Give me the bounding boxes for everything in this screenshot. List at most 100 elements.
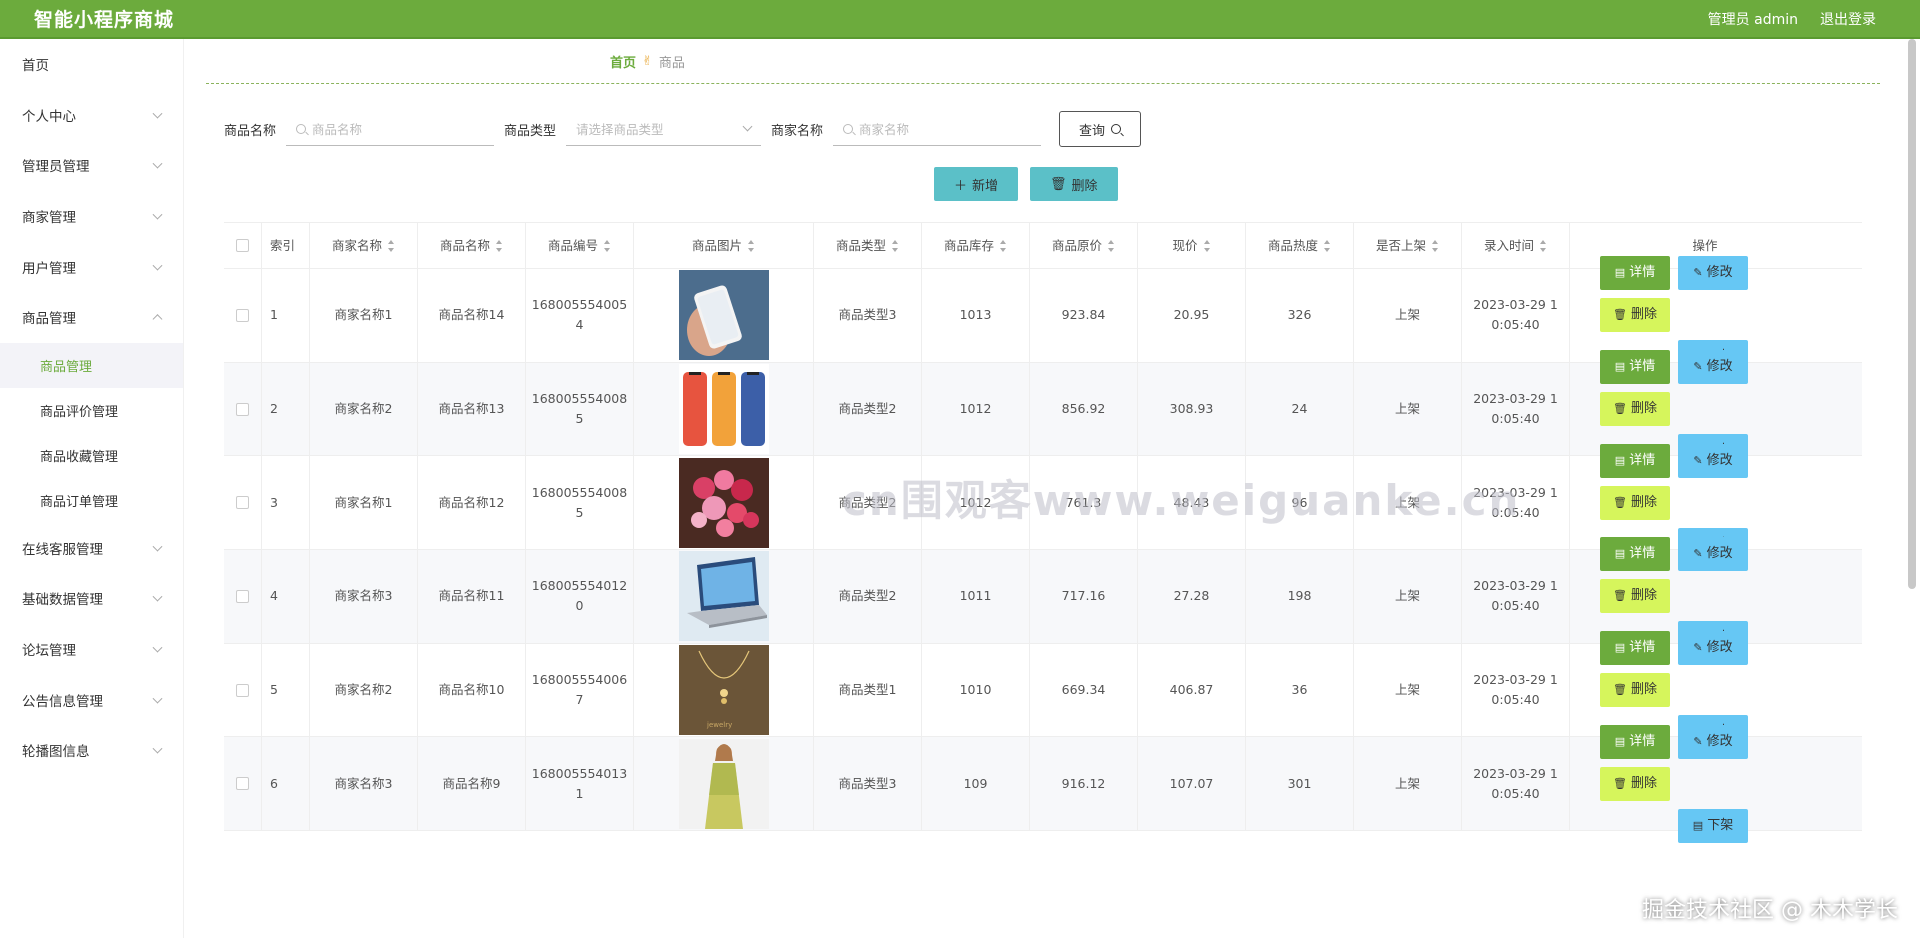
- app-title: 智能小程序商城: [34, 9, 175, 31]
- shop-name-input[interactable]: 商家名称: [833, 112, 1042, 146]
- goods-thumbnail[interactable]: [678, 738, 769, 829]
- col-now-price[interactable]: 现价: [1138, 223, 1246, 268]
- sidebar-subitem-goods-favorite[interactable]: 商品收藏管理: [0, 433, 183, 478]
- cell-index: 5: [262, 643, 310, 737]
- detail-button[interactable]: ▤ 详情: [1600, 350, 1670, 385]
- col-label: 商品热度: [1267, 237, 1318, 253]
- trash-icon: 🗑: [1613, 402, 1627, 416]
- cell-price: 916.12: [1030, 737, 1138, 831]
- detail-button[interactable]: ▤ 详情: [1600, 256, 1670, 291]
- scrollbar[interactable]: [1908, 39, 1916, 589]
- col-name[interactable]: 商品名称: [418, 223, 526, 268]
- col-stock[interactable]: 商品库存: [922, 223, 1030, 268]
- sidebar-subitem-goods-manage[interactable]: 商品管理: [0, 342, 183, 388]
- pencil-icon: ✎: [1693, 453, 1703, 467]
- sidebar-item-users[interactable]: 用户管理: [0, 241, 183, 292]
- sidebar-item-profile[interactable]: 个人中心: [0, 90, 183, 141]
- row-checkbox[interactable]: [236, 589, 249, 603]
- sidebar-item-goods[interactable]: 商品管理: [0, 292, 183, 343]
- goods-thumbnail[interactable]: [678, 457, 769, 548]
- goods-table: 索引 商家名称 商品名称 商品编号 商品图片 商品类型 商品库存 商品原价 现价…: [224, 222, 1862, 843]
- cell-shop: 商家名称2: [310, 362, 418, 456]
- select-all-checkbox[interactable]: [236, 239, 249, 252]
- detail-button[interactable]: ▤ 详情: [1600, 724, 1670, 759]
- row-checkbox[interactable]: [236, 308, 249, 322]
- goods-thumbnail[interactable]: jewelry: [678, 645, 769, 736]
- sidebar-item-merchants[interactable]: 商家管理: [0, 191, 183, 242]
- goods-type-placeholder: 请选择商品类型: [576, 122, 664, 137]
- goods-name-label: 商品名称: [224, 123, 277, 139]
- cell-price: 761.3: [1030, 456, 1138, 550]
- detail-label: 详情: [1629, 546, 1656, 562]
- detail-button[interactable]: ▤ 详情: [1600, 537, 1670, 572]
- col-type[interactable]: 商品类型: [814, 223, 922, 268]
- sidebar-item-basedata[interactable]: 基础数据管理: [0, 573, 183, 624]
- goods-thumbnail[interactable]: [678, 270, 769, 361]
- edit-button[interactable]: ✎ 修改: [1678, 256, 1748, 291]
- edit-button[interactable]: ✎ 修改: [1678, 724, 1748, 759]
- row-checkbox[interactable]: [236, 683, 249, 697]
- sidebar-subitem-goods-review[interactable]: 商品评价管理: [0, 388, 183, 433]
- add-button[interactable]: ＋新增: [934, 167, 1019, 201]
- edit-button[interactable]: ✎ 修改: [1678, 350, 1748, 385]
- cell-code: 1680055540085: [526, 456, 634, 550]
- col-image[interactable]: 商品图片: [634, 223, 814, 268]
- delete-button[interactable]: 🗑 删除: [1600, 485, 1670, 520]
- goods-thumbnail[interactable]: [678, 364, 769, 455]
- delete-label: 删除: [1630, 307, 1657, 323]
- cell-time-text: 2023-03-29 10:05:40: [1473, 578, 1558, 614]
- detail-label: 详情: [1629, 452, 1656, 468]
- delete-button[interactable]: 🗑 删除: [1600, 392, 1670, 427]
- cell-type: 商品类型2: [814, 550, 922, 643]
- row-checkbox[interactable]: [236, 777, 249, 791]
- col-price[interactable]: 商品原价: [1030, 223, 1138, 268]
- sidebar-subitem-goods-order[interactable]: 商品订单管理: [0, 478, 183, 523]
- col-label: 商品图片: [691, 237, 742, 253]
- goods-thumbnail[interactable]: [678, 551, 769, 642]
- cell-shop: 商家名称2: [310, 643, 418, 737]
- search-icon: [296, 123, 307, 134]
- chevron-down-icon: [152, 642, 163, 653]
- cell-hot: 36: [1246, 643, 1354, 737]
- col-hot[interactable]: 商品热度: [1246, 223, 1354, 268]
- sidebar-item-notice[interactable]: 公告信息管理: [0, 674, 183, 725]
- header-checkbox-cell: [224, 223, 262, 268]
- cell-on-shelf: 上架: [1354, 362, 1462, 456]
- sidebar-item-admins[interactable]: 管理员管理: [0, 140, 183, 191]
- pencil-icon: ✎: [1693, 547, 1703, 561]
- sidebar-item-home[interactable]: 首页: [0, 39, 183, 90]
- sidebar-item-forum[interactable]: 论坛管理: [0, 624, 183, 675]
- cell-time: 2023-03-29 10:05:40: [1462, 362, 1570, 456]
- query-button[interactable]: 查询: [1059, 111, 1142, 147]
- sort-icon: [496, 239, 503, 252]
- sidebar-item-service[interactable]: 在线客服管理: [0, 523, 183, 574]
- delete-button[interactable]: 🗑 删除: [1600, 579, 1670, 614]
- cell-hot: 24: [1246, 362, 1354, 456]
- delete-button[interactable]: 🗑 删除: [1600, 766, 1670, 801]
- col-on-shelf[interactable]: 是否上架: [1354, 223, 1462, 268]
- col-time[interactable]: 录入时间: [1462, 223, 1570, 268]
- breadcrumb-home[interactable]: 首页: [610, 52, 636, 71]
- cell-on-shelf: 上架: [1354, 269, 1462, 362]
- goods-name-input[interactable]: 商品名称: [286, 112, 495, 146]
- detail-button[interactable]: ▤ 详情: [1600, 443, 1670, 478]
- edit-button[interactable]: ✎ 修改: [1678, 537, 1748, 572]
- row-checkbox[interactable]: [236, 402, 249, 416]
- logout-link[interactable]: 退出登录: [1820, 9, 1876, 29]
- sidebar-item-carousel[interactable]: 轮播图信息: [0, 725, 183, 776]
- cell-index: 6: [262, 737, 310, 831]
- detail-button[interactable]: ▤ 详情: [1600, 631, 1670, 666]
- off-shelf-button[interactable]: ▤下架: [1678, 808, 1748, 843]
- goods-type-select[interactable]: 请选择商品类型: [566, 112, 762, 146]
- row-checkbox[interactable]: [236, 496, 249, 510]
- chevron-down-icon: [742, 121, 753, 132]
- delete-button[interactable]: 🗑 删除: [1600, 673, 1670, 708]
- col-code[interactable]: 商品编号: [526, 223, 634, 268]
- edit-button[interactable]: ✎ 修改: [1678, 631, 1748, 666]
- batch-delete-button[interactable]: 🗑 删除: [1030, 167, 1118, 201]
- cell-time-text: 2023-03-29 10:05:40: [1473, 765, 1558, 801]
- delete-button[interactable]: 🗑 删除: [1600, 298, 1670, 333]
- plus-icon: ＋: [954, 178, 968, 194]
- edit-button[interactable]: ✎ 修改: [1678, 443, 1748, 478]
- col-shop[interactable]: 商家名称: [310, 223, 418, 268]
